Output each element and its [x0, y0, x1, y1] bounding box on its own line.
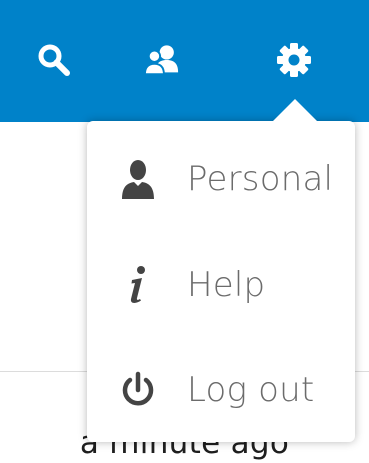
menu-item-label: Log out: [187, 370, 315, 410]
menu-item-logout[interactable]: Log out: [87, 350, 355, 430]
info-icon: [119, 264, 157, 306]
power-icon: [119, 369, 157, 411]
contacts-icon: [144, 45, 179, 76]
menu-item-label: Help: [187, 265, 266, 305]
search-icon: [38, 44, 70, 76]
settings-button[interactable]: [276, 40, 312, 80]
settings-gear-icon: [277, 43, 311, 77]
search-button[interactable]: [36, 40, 72, 80]
menu-item-help[interactable]: Help: [87, 245, 355, 325]
user-icon: [119, 158, 157, 200]
menu-pointer-arrow: [273, 99, 317, 121]
menu-item-personal[interactable]: Personal: [87, 139, 355, 219]
contacts-button[interactable]: [144, 40, 180, 80]
settings-dropdown-menu: Personal Help Log out: [87, 99, 355, 442]
menu-item-label: Personal: [187, 159, 334, 199]
